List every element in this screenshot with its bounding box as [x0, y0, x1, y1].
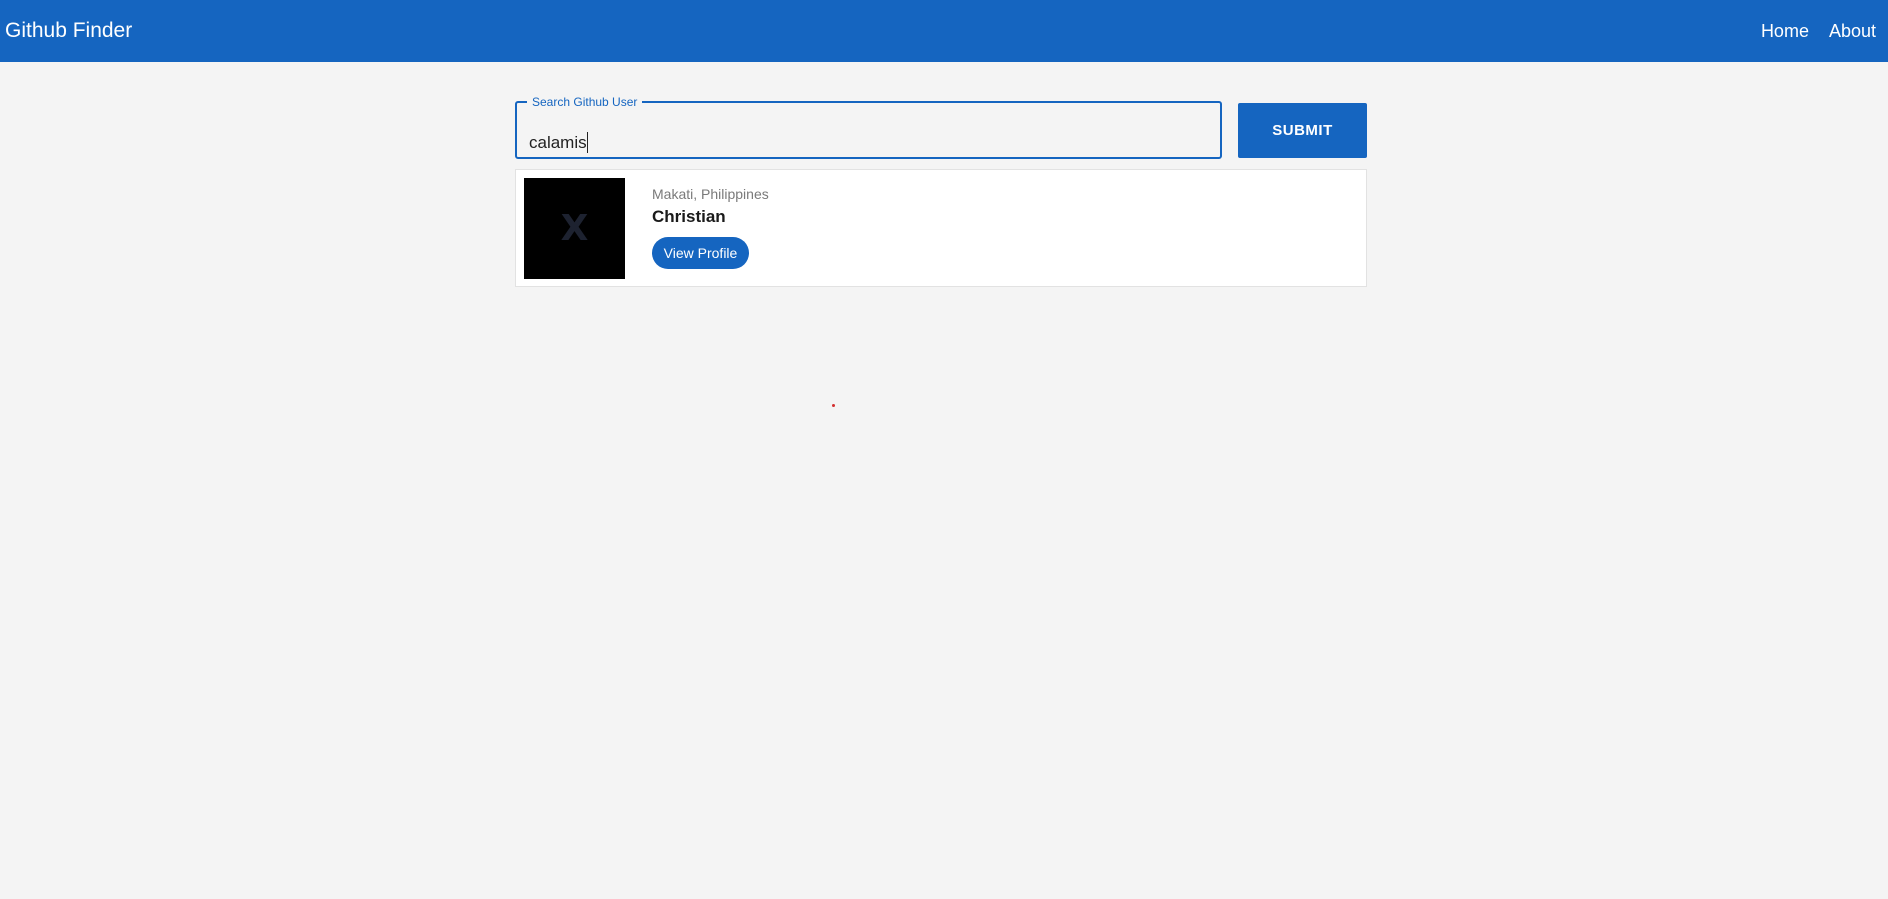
- search-field-label: Search Github User: [532, 95, 638, 109]
- user-name: Christian: [652, 207, 726, 226]
- avatar: X: [524, 178, 625, 279]
- nav-links: Home About: [1761, 21, 1876, 41]
- app-brand[interactable]: Github Finder: [5, 19, 132, 43]
- text-cursor: [587, 132, 588, 153]
- user-location: Makati, Philippines: [652, 186, 769, 202]
- search-field[interactable]: Search Github User: [515, 94, 1222, 159]
- user-result-card: X Makati, Philippines Christian View Pro…: [515, 169, 1367, 287]
- view-profile-button[interactable]: View Profile: [652, 237, 749, 269]
- navbar: Github Finder Home About: [0, 0, 1888, 62]
- nav-about-link[interactable]: About: [1829, 21, 1876, 41]
- nav-home-link[interactable]: Home: [1761, 21, 1809, 41]
- submit-button[interactable]: SUBMIT: [1238, 103, 1367, 158]
- mouse-pointer-dot: [832, 404, 835, 407]
- search-input[interactable]: [529, 130, 1189, 156]
- avatar-letter: X: [560, 208, 589, 249]
